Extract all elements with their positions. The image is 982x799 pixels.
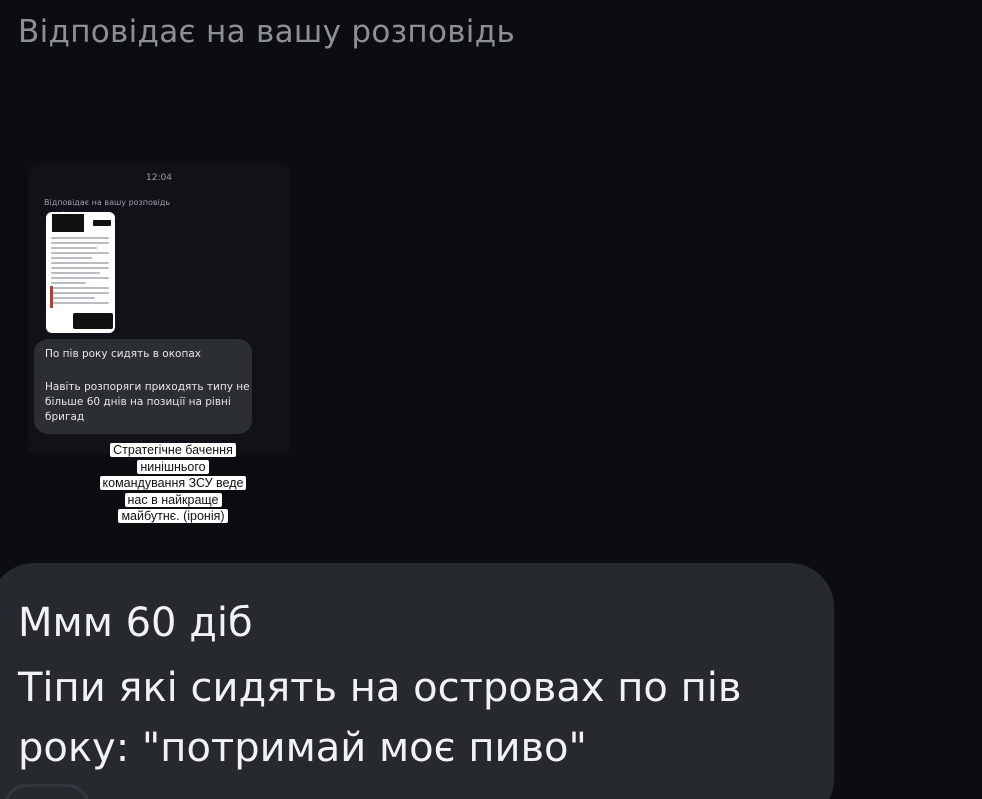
thumbnail-text-lines — [51, 215, 109, 307]
thumbnail-highlight-mark — [50, 286, 53, 308]
message-line: року: "потримай моє пиво" — [18, 725, 587, 771]
story-reply-label: Відповідає на вашу розповідь — [44, 198, 171, 207]
caption-sticker-text: Стратегічне бачення нинішнього командува… — [99, 443, 247, 523]
thumbnail-caption-box — [73, 313, 113, 329]
story-message-bubble: По пів року сидять в окопах Навіть розпо… — [34, 339, 252, 434]
caption-sticker: Стратегічне бачення нинішнього командува… — [96, 442, 250, 525]
message-line: Тіпи які сидять на островах по пів — [18, 665, 742, 711]
story-thumbnail[interactable] — [46, 212, 115, 333]
chat-screen: Відповідає на вашу розповідь 12:04 Відпо… — [0, 0, 982, 799]
story-message-line: По пів року сидять в окопах — [45, 348, 201, 360]
avatar[interactable] — [4, 784, 90, 799]
story-message-line: Навіть розпоряги приходять типу не більш… — [45, 381, 250, 423]
story-timestamp: 12:04 — [146, 173, 172, 183]
reply-context-label: Відповідає на вашу розповідь — [18, 14, 516, 50]
message-line: Ммм 60 діб — [18, 600, 253, 646]
